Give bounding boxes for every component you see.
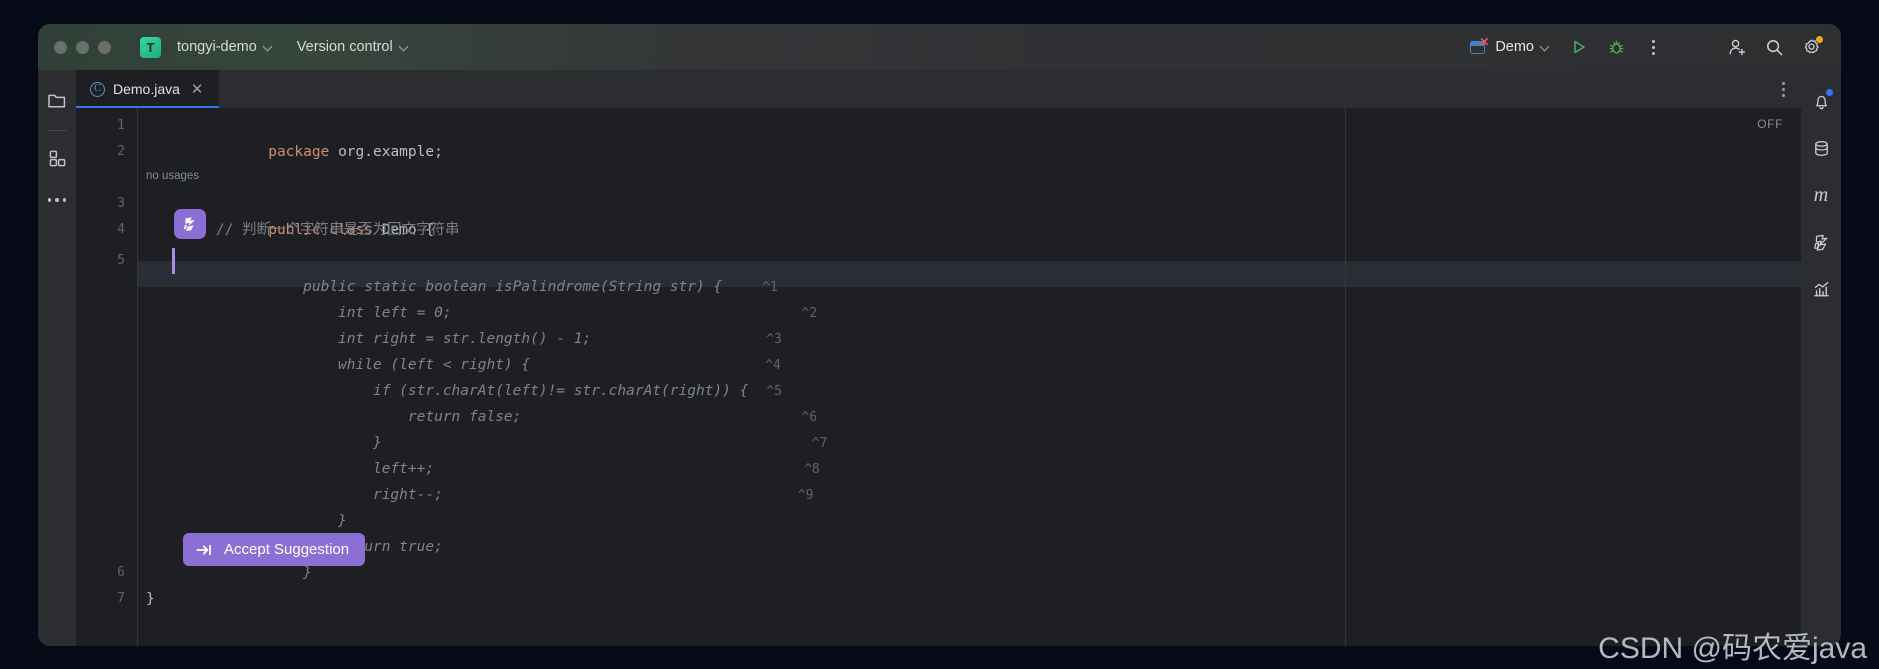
maven-m-icon: m xyxy=(1813,184,1829,206)
tongyi-lingma-icon xyxy=(183,217,195,231)
code-line-1: package org.example; xyxy=(146,113,443,160)
ghost-code: } xyxy=(268,565,312,581)
ghost-suggestion-line-11: return true; xyxy=(146,508,443,555)
code-token-text: org.example; xyxy=(338,144,443,160)
ide-window: T tongyi-demo Version control ✕ Demo C D… xyxy=(38,24,1841,646)
line-number: 7 xyxy=(117,591,125,606)
ghost-suggestion-line-4: while (left < right) {^4 xyxy=(146,326,781,373)
tab-key-icon xyxy=(196,544,211,555)
project-selector[interactable]: T tongyi-demo xyxy=(133,33,280,62)
code-editor[interactable]: 1 2 3 4 5 6 7 package org.example; no us… xyxy=(76,108,1801,646)
run-config-icon: ✕ xyxy=(1470,36,1489,55)
code-text: package org.example; no usages public cl… xyxy=(138,108,1801,646)
sidebar-item-project[interactable] xyxy=(40,84,74,118)
add-account-button[interactable] xyxy=(1721,32,1753,62)
version-control-label: Version control xyxy=(296,39,393,55)
ghost-suggestion-line-6: return false; ^6 xyxy=(146,378,817,425)
tab-strip-fill xyxy=(219,70,1783,108)
code-canvas[interactable]: package org.example; no usages public cl… xyxy=(138,108,1801,646)
ghost-hint: ^9 xyxy=(797,488,814,503)
editor-tab-options-button[interactable] xyxy=(1782,70,1801,108)
ghost-suggestion-line-9: right--; ^9 xyxy=(146,456,814,503)
code-token-keyword: package xyxy=(268,144,339,160)
left-tool-bar xyxy=(38,70,76,646)
debug-icon xyxy=(1609,40,1623,54)
ghost-suggestion-line-8: left++; ^8 xyxy=(146,430,820,477)
sidebar-item-tongyi-lingma[interactable] xyxy=(1804,225,1838,259)
inlay-hint-usages[interactable]: no usages xyxy=(146,163,199,189)
title-bar: T tongyi-demo Version control ✕ Demo xyxy=(38,24,1841,70)
editor-tab-label: Demo.java xyxy=(113,81,180,97)
sidebar-item-more[interactable] xyxy=(40,183,74,217)
java-class-icon: C xyxy=(90,81,105,97)
search-icon xyxy=(1766,39,1782,55)
debug-button[interactable] xyxy=(1600,32,1632,62)
chevron-down-icon xyxy=(400,43,409,52)
structure-blocks-icon xyxy=(49,150,65,166)
run-config-label: Demo xyxy=(1495,39,1534,55)
project-icon: T xyxy=(140,36,161,58)
gutter-separator xyxy=(137,108,138,646)
window-controls[interactable] xyxy=(54,40,111,54)
line-number: 3 xyxy=(117,196,125,211)
notification-badge-dot xyxy=(1826,89,1833,96)
run-icon xyxy=(1574,40,1585,54)
tongyi-lingma-inline-badge[interactable] xyxy=(174,209,206,239)
ghost-suggestion-line-3: int right = str.length() - 1; ^3 xyxy=(146,300,782,347)
right-tool-bar: m xyxy=(1801,70,1841,646)
ghost-suggestion-line-5: if (str.charAt(left)!= str.charAt(right)… xyxy=(146,352,782,399)
close-icon[interactable]: ✕ xyxy=(188,80,207,99)
ghost-suggestion-line-2: int left = 0; ^2 xyxy=(146,274,817,321)
accept-suggestion-button[interactable]: Accept Suggestion xyxy=(183,533,366,566)
sidebar-divider xyxy=(47,130,67,131)
sidebar-item-maven[interactable]: m xyxy=(1804,178,1838,212)
line-number: 6 xyxy=(117,565,125,580)
accept-suggestion-label: Accept Suggestion xyxy=(224,541,350,558)
run-configuration-selector[interactable]: ✕ Demo xyxy=(1462,35,1558,59)
sidebar-item-notifications[interactable] xyxy=(1804,84,1838,118)
more-actions-button[interactable] xyxy=(1637,32,1669,62)
line-number: 1 xyxy=(117,118,125,133)
profiler-chart-icon xyxy=(1813,281,1829,296)
chevron-down-icon xyxy=(264,43,273,52)
ghost-suggestion-line-1: public static boolean isPalindrome(Strin… xyxy=(146,248,778,295)
editor-area: C Demo.java ✕ 1 2 3 4 5 6 7 package org.… xyxy=(76,70,1801,646)
project-folder-icon xyxy=(48,94,66,108)
database-icon xyxy=(1814,140,1828,156)
project-name-label: tongyi-demo xyxy=(177,39,257,55)
settings-badge-dot xyxy=(1816,36,1823,43)
settings-button[interactable] xyxy=(1795,32,1827,62)
minimize-window-button[interactable] xyxy=(76,40,89,54)
search-everywhere-button[interactable] xyxy=(1758,32,1790,62)
version-control-menu[interactable]: Version control xyxy=(290,35,416,59)
run-button[interactable] xyxy=(1563,32,1595,62)
sidebar-item-database[interactable] xyxy=(1804,131,1838,165)
more-vertical-icon xyxy=(1782,81,1785,97)
editor-tab-demo-java[interactable]: C Demo.java ✕ xyxy=(76,70,219,108)
line-number: 2 xyxy=(117,144,125,159)
line-number: 5 xyxy=(117,253,125,268)
inspection-widget-status[interactable]: OFF xyxy=(1757,117,1783,131)
ghost-suggestion-line-7: } ^7 xyxy=(146,404,827,451)
line-number: 4 xyxy=(117,222,125,237)
titlebar-actions: ✕ Demo xyxy=(1462,32,1827,62)
tongyi-lingma-icon xyxy=(1813,234,1827,251)
ide-body: C Demo.java ✕ 1 2 3 4 5 6 7 package org.… xyxy=(38,70,1841,646)
editor-gutter[interactable]: 1 2 3 4 5 6 7 xyxy=(76,108,138,646)
sidebar-item-structure[interactable] xyxy=(40,141,74,175)
close-window-button[interactable] xyxy=(54,40,67,54)
chevron-down-icon xyxy=(1541,43,1550,52)
add-account-icon xyxy=(1729,39,1745,55)
ghost-hint: ^2 xyxy=(801,306,818,321)
zoom-window-button[interactable] xyxy=(98,40,111,54)
editor-tab-strip: C Demo.java ✕ xyxy=(76,70,1801,108)
text-caret xyxy=(172,248,175,274)
more-vertical-icon xyxy=(1651,39,1655,55)
more-horizontal-icon xyxy=(47,198,67,202)
sidebar-item-profiler[interactable] xyxy=(1804,272,1838,306)
code-line-7: } xyxy=(146,591,155,607)
ghost-suggestion-line-10: } xyxy=(146,482,347,529)
